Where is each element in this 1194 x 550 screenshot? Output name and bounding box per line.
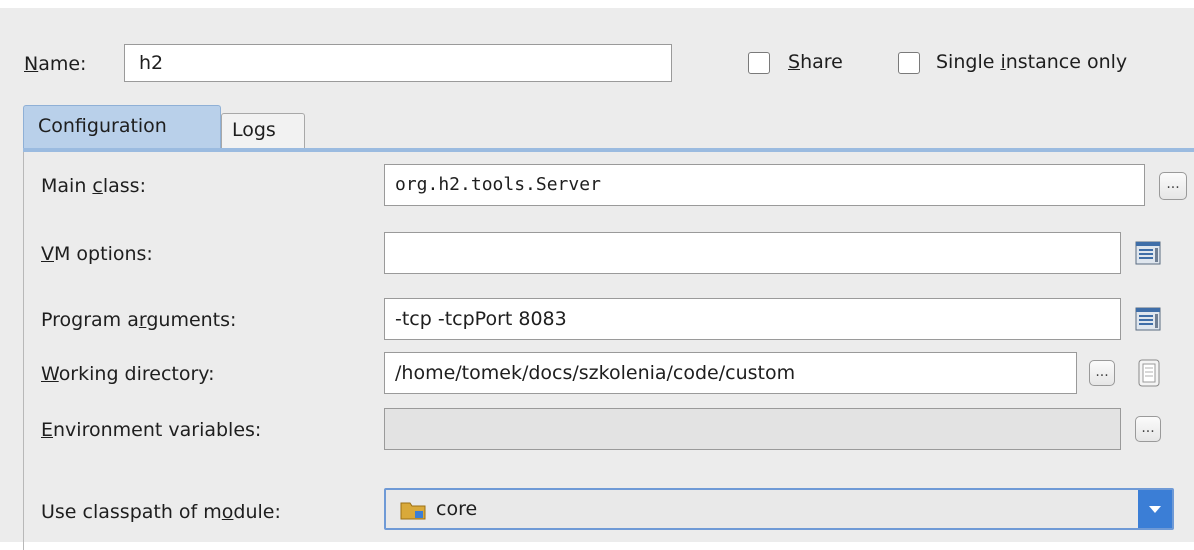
- window-top-strip: [0, 0, 1194, 8]
- program-arguments-label: Program arguments:: [41, 309, 237, 331]
- vm-options-row: VM options:: [41, 232, 1191, 276]
- tab-configuration[interactable]: Configuration: [23, 105, 221, 149]
- main-class-browse-button[interactable]: ...: [1159, 172, 1187, 200]
- ellipsis-icon: ...: [1141, 420, 1155, 436]
- expand-editor-icon[interactable]: [1135, 306, 1161, 332]
- name-input[interactable]: h2: [124, 44, 672, 82]
- configuration-panel: Main class: org.h2.tools.Server ... VM o…: [23, 152, 1194, 550]
- ellipsis-icon: ...: [1166, 176, 1180, 192]
- classpath-module-label: Use classpath of module:: [41, 501, 281, 523]
- program-arguments-input[interactable]: -tcp -tcpPort 8083: [384, 298, 1121, 340]
- working-directory-row: Working directory: /home/tomek/docs/szko…: [41, 352, 1191, 396]
- ellipsis-icon: ...: [1095, 364, 1109, 380]
- environment-variables-browse-button[interactable]: ...: [1135, 416, 1161, 442]
- tab-logs[interactable]: Logs: [221, 113, 305, 149]
- single-instance-label[interactable]: Single instance only: [936, 50, 1127, 74]
- vm-options-input[interactable]: [384, 232, 1121, 274]
- classpath-module-value: core: [436, 498, 478, 520]
- vm-options-label: VM options:: [41, 243, 153, 265]
- program-arguments-row: Program arguments: -tcp -tcpPort 8083: [41, 298, 1191, 342]
- share-label[interactable]: Share: [788, 50, 843, 74]
- name-row: Name: h2 Share Single instance only: [24, 44, 1194, 84]
- main-class-input[interactable]: org.h2.tools.Server: [384, 164, 1145, 206]
- environment-variables-input[interactable]: [384, 408, 1121, 450]
- classpath-module-row: Use classpath of module: core: [41, 488, 1191, 532]
- dropdown-button[interactable]: [1138, 490, 1172, 528]
- working-directory-input[interactable]: /home/tomek/docs/szkolenia/code/custom: [384, 352, 1077, 394]
- environment-variables-row: Environment variables: ...: [41, 408, 1191, 452]
- single-instance-checkbox[interactable]: [898, 52, 920, 74]
- module-folder-icon: [400, 502, 426, 520]
- environment-variables-label: Environment variables:: [41, 419, 262, 441]
- document-icon[interactable]: [1137, 359, 1161, 387]
- chevron-down-icon: [1149, 506, 1161, 513]
- name-label: Name:: [24, 53, 87, 75]
- main-class-label: Main class:: [41, 175, 146, 197]
- classpath-module-select[interactable]: core: [384, 488, 1174, 530]
- main-class-row: Main class: org.h2.tools.Server ...: [41, 164, 1191, 208]
- run-configuration-dialog: Name: h2 Share Single instance only Conf…: [0, 8, 1194, 550]
- working-directory-browse-button[interactable]: ...: [1089, 360, 1115, 386]
- share-checkbox[interactable]: [748, 52, 770, 74]
- expand-editor-icon[interactable]: [1135, 240, 1161, 266]
- working-directory-label: Working directory:: [41, 363, 215, 385]
